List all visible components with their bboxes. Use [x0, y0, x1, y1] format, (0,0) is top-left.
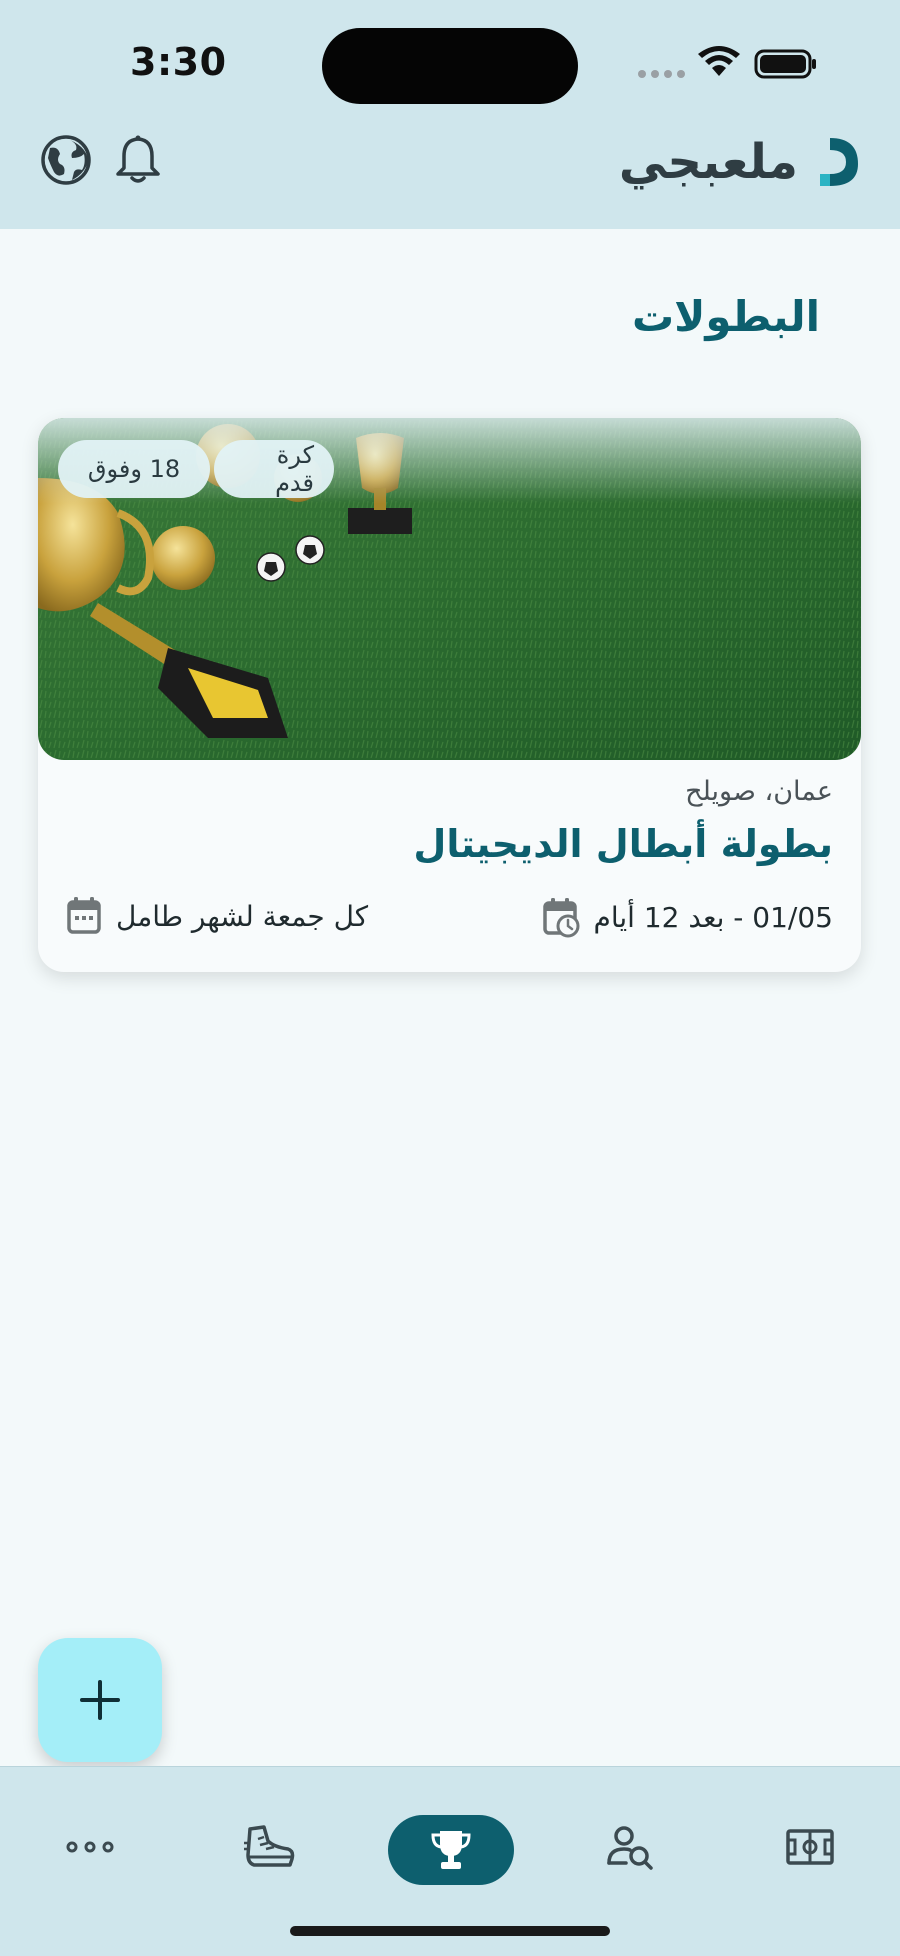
user-search-icon — [607, 1826, 653, 1870]
tournament-recurrence: كل جمعة لشهر طامل — [66, 896, 368, 936]
sneaker-icon — [244, 1825, 295, 1867]
plus-icon — [80, 1680, 120, 1720]
app-header: ملعبجي — [0, 120, 900, 220]
tournament-title: بطولة أبطال الديجيتال — [413, 822, 833, 866]
calendar-clock-icon — [542, 898, 579, 938]
add-tournament-button[interactable] — [38, 1638, 162, 1762]
tournament-location: عمان، صويلح — [685, 776, 833, 807]
home-indicator — [290, 1926, 610, 1936]
nav-fields[interactable] — [770, 1815, 850, 1879]
tournament-image: كرة قدم 18 وفوق — [38, 418, 861, 760]
page-title: البطولات — [631, 292, 820, 341]
globe-icon[interactable] — [40, 134, 92, 186]
bell-icon[interactable] — [114, 134, 162, 186]
trophy-icon — [431, 1831, 471, 1869]
calendar-icon — [67, 897, 101, 934]
nav-activities[interactable] — [230, 1815, 310, 1879]
age-tag: 18 وفوق — [58, 440, 210, 498]
nav-tournaments[interactable] — [388, 1815, 514, 1885]
battery-icon — [754, 49, 816, 79]
wifi-icon — [698, 46, 740, 76]
brand[interactable]: ملعبجي — [619, 134, 862, 190]
tournament-card[interactable]: كرة قدم 18 وفوق عمان، صويلح بطولة أبطال … — [38, 418, 861, 972]
app-name: ملعبجي — [618, 134, 798, 190]
status-time: 3:30 — [130, 40, 227, 84]
nav-more[interactable] — [50, 1815, 130, 1879]
signal-icon — [638, 70, 685, 78]
tournament-date-text: 01/05 - بعد 12 أيام — [593, 900, 834, 934]
top-bar: 3:30 ملعبجي — [0, 0, 900, 229]
app-logo-icon — [820, 138, 858, 186]
dynamic-island — [322, 28, 578, 104]
nav-find-players[interactable] — [590, 1815, 670, 1879]
field-icon — [786, 1829, 834, 1865]
sport-tag: كرة قدم — [214, 440, 334, 498]
tournament-recurrence-text: كل جمعة لشهر طامل — [116, 899, 369, 933]
tournament-date: 01/05 - بعد 12 أيام — [542, 896, 834, 938]
more-icon — [66, 1841, 114, 1853]
